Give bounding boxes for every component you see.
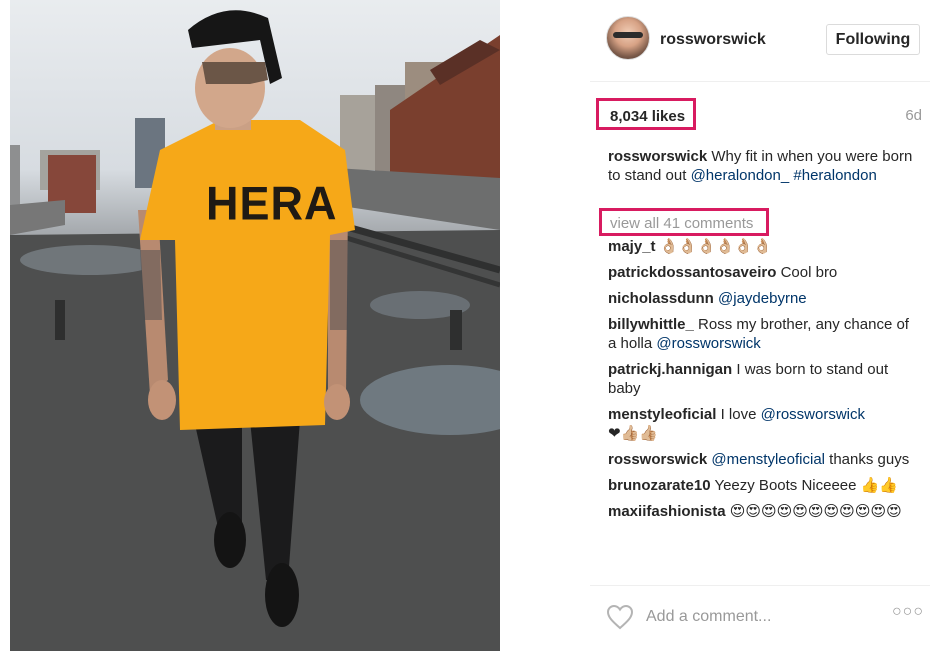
post-footer: ○○○ <box>590 585 930 651</box>
post-author-username[interactable]: rossworswick <box>660 31 766 49</box>
comment-item: brunozarate10 Yeezy Boots Niceeee 👍👍 <box>608 476 918 495</box>
comment-item: menstyleoficial I love @rossworswick ❤👍🏼… <box>608 405 918 443</box>
comment-username[interactable]: nicholassdunn <box>608 290 714 307</box>
likes-count[interactable]: 8,034 likes <box>610 108 685 125</box>
comment-item: majy_t 👌🏼👌🏼👌🏼👌🏼👌🏼👌🏼 <box>608 237 918 256</box>
comment-list: majy_t 👌🏼👌🏼👌🏼👌🏼👌🏼👌🏼 patrickdossantosavei… <box>608 237 918 528</box>
comment-username[interactable]: majy_t <box>608 238 656 255</box>
likes-highlight-box: 8,034 likes <box>596 98 696 130</box>
comment-username[interactable]: menstyleoficial <box>608 406 716 423</box>
comment-item: rossworswick @menstyleoficial thanks guy… <box>608 450 918 469</box>
comment-username[interactable]: patrickdossantosaveiro <box>608 264 776 281</box>
comment-username[interactable]: brunozarate10 <box>608 477 711 494</box>
view-all-comments-link[interactable]: view all 41 comments <box>610 215 753 232</box>
caption-mention[interactable]: @heralondon_ <box>691 167 790 184</box>
avatar[interactable] <box>606 16 650 60</box>
comment-username[interactable]: patrickj.hannigan <box>608 361 732 378</box>
comment-mention[interactable]: @menstyleoficial <box>711 451 825 468</box>
view-comments-highlight-box: view all 41 comments <box>599 208 769 236</box>
comment-username[interactable]: rossworswick <box>608 451 707 468</box>
comment-item: patrickdossantosaveiro Cool bro <box>608 263 918 282</box>
shirt-print-text: HERA <box>206 176 338 231</box>
post-photo[interactable]: HERA <box>10 0 500 651</box>
comment-username[interactable]: billywhittle_ <box>608 316 694 333</box>
comment-mention[interactable]: @jaydebyrne <box>718 290 807 307</box>
comment-item: billywhittle_ Ross my brother, any chanc… <box>608 315 918 353</box>
comment-emoji: 👌🏼👌🏼👌🏼👌🏼👌🏼👌🏼 <box>659 238 772 255</box>
caption-hashtag[interactable]: #heralondon <box>793 167 876 184</box>
caption-username[interactable]: rossworswick <box>608 148 707 165</box>
add-comment-input[interactable] <box>646 606 876 628</box>
more-options-icon[interactable]: ○○○ <box>892 603 924 621</box>
comment-item: nicholassdunn @jaydebyrne <box>608 289 918 308</box>
comment-item: patrickj.hannigan I was born to stand ou… <box>608 360 918 398</box>
post-caption: rossworswick Why fit in when you were bo… <box>608 147 913 185</box>
comment-username[interactable]: maxiifashionista <box>608 503 726 520</box>
comment-list-fade <box>590 530 930 550</box>
comment-emoji: ❤👍🏼👍🏼 <box>608 425 658 442</box>
comment-text: thanks guys <box>829 451 910 468</box>
post-timestamp[interactable]: 6d <box>905 107 922 124</box>
comment-item: maxiifashionista 😍😍😍😍😍😍😍😍😍😍😍 <box>608 502 918 521</box>
comment-mention[interactable]: @rossworswick <box>761 406 865 423</box>
comment-text: I love <box>720 406 757 423</box>
heart-icon[interactable] <box>606 604 634 630</box>
comment-mention[interactable]: @rossworswick <box>656 335 760 352</box>
following-button[interactable]: Following <box>826 24 920 55</box>
comment-text: Cool bro <box>780 264 838 281</box>
post-details-panel: rossworswick Following 8,034 likes 6d ro… <box>590 0 930 651</box>
comment-text: Yeezy Boots Niceeee <box>714 477 857 494</box>
comment-emoji: 😍😍😍😍😍😍😍😍😍😍😍 <box>729 503 902 520</box>
comment-emoji: 👍👍 <box>860 477 899 494</box>
photo-scene <box>10 10 500 651</box>
post-header: rossworswick Following <box>590 0 930 82</box>
